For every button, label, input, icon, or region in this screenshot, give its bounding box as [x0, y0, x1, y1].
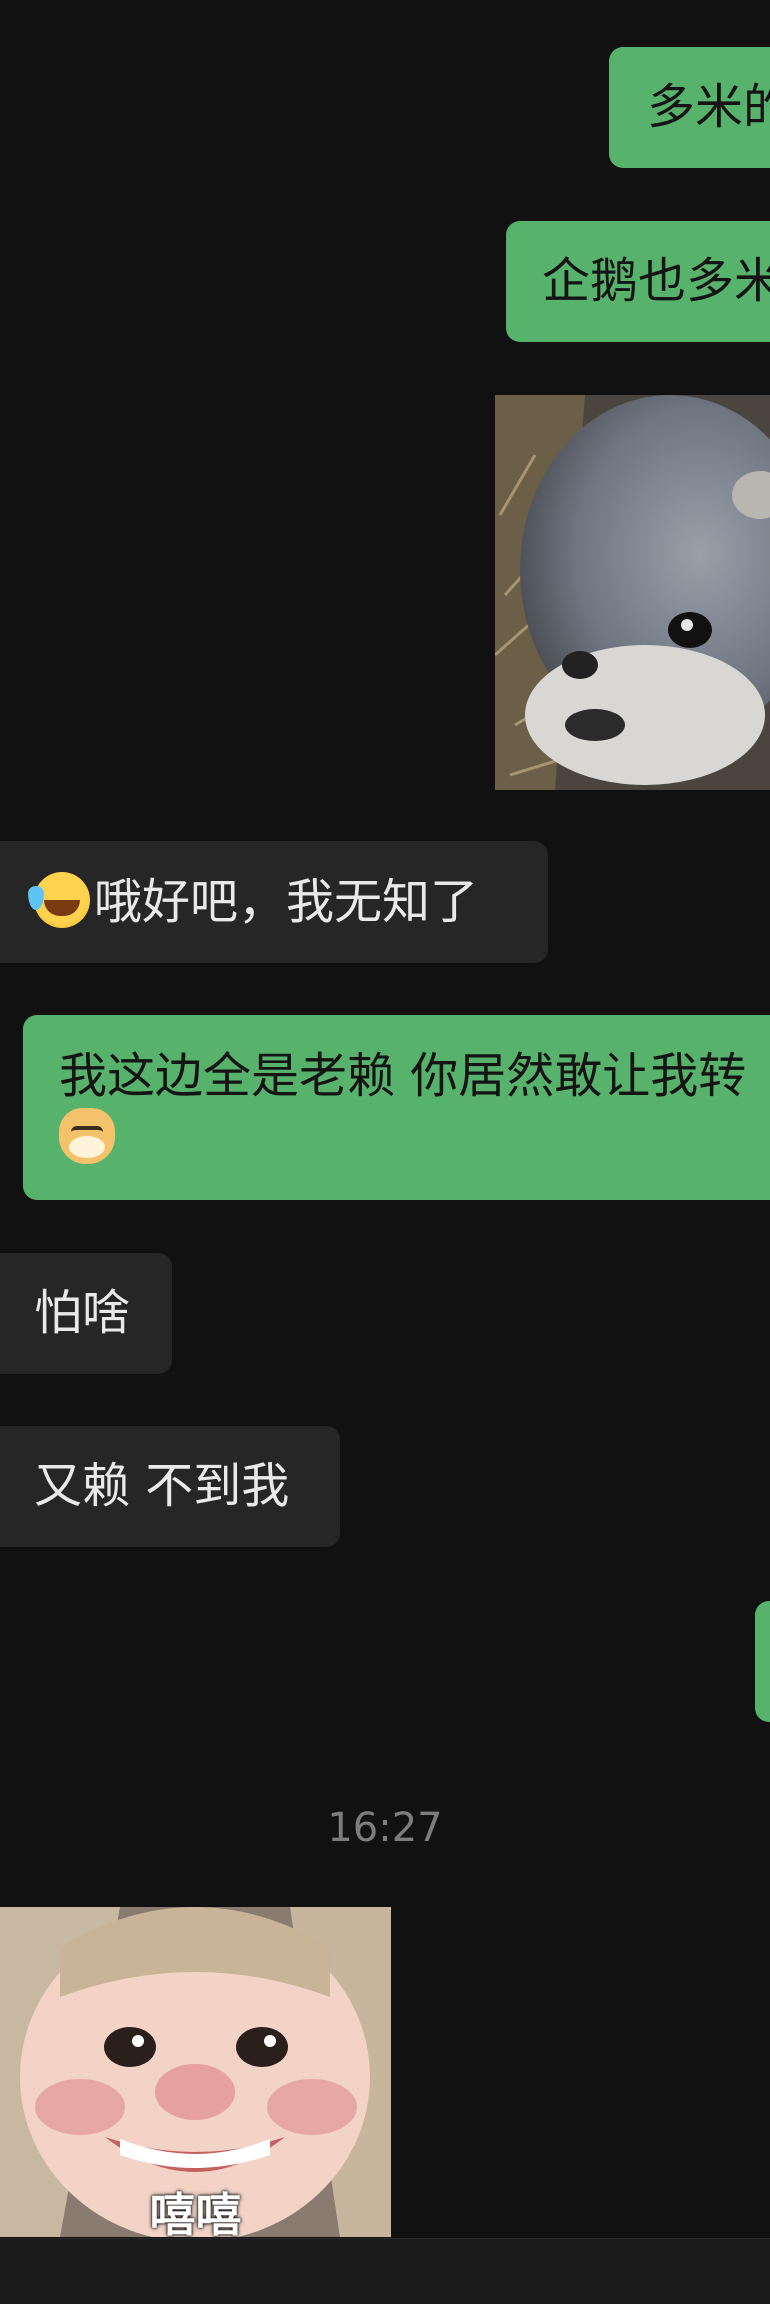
otter-image: [495, 395, 770, 790]
message-bubble-incoming[interactable]: 怕啥: [0, 1253, 172, 1374]
message-text: 又赖 不到我: [34, 1458, 290, 1514]
otter-photo[interactable]: [495, 395, 770, 790]
chat-area: 多米的 企鹅也多米 哦好吧，我无知了 我这边全是老赖 你居然敢让我转 怕啥 又赖…: [0, 0, 770, 2304]
message-text: 企鹅也多米: [542, 253, 770, 309]
input-bar[interactable]: [0, 2238, 770, 2304]
message-bubble-incoming[interactable]: 哦好吧，我无知了: [0, 841, 548, 963]
timestamp: 16:27: [327, 1805, 443, 1851]
message-bubble-outgoing[interactable]: 企鹅也多米: [506, 221, 770, 342]
message-bubble-incoming[interactable]: 又赖 不到我: [0, 1426, 340, 1547]
doge-icon: [59, 1108, 115, 1164]
message-text: 我这边全是老赖 你居然敢让我转: [59, 1048, 747, 1104]
message-bubble-outgoing[interactable]: 我这边全是老赖 你居然敢让我转: [23, 1015, 770, 1200]
face-with-tears-of-joy-icon: [28, 872, 90, 928]
message-text: 多米的: [647, 79, 770, 135]
message-text: 哦好吧，我无知了: [94, 874, 479, 930]
message-bubble-outgoing[interactable]: [755, 1601, 770, 1722]
message-text: 怕啥: [34, 1285, 131, 1341]
sticker-image[interactable]: 嘻嘻: [0, 1907, 391, 2237]
sticker-caption: 嘻嘻: [149, 2189, 242, 2237]
message-bubble-outgoing[interactable]: 多米的: [609, 47, 770, 168]
